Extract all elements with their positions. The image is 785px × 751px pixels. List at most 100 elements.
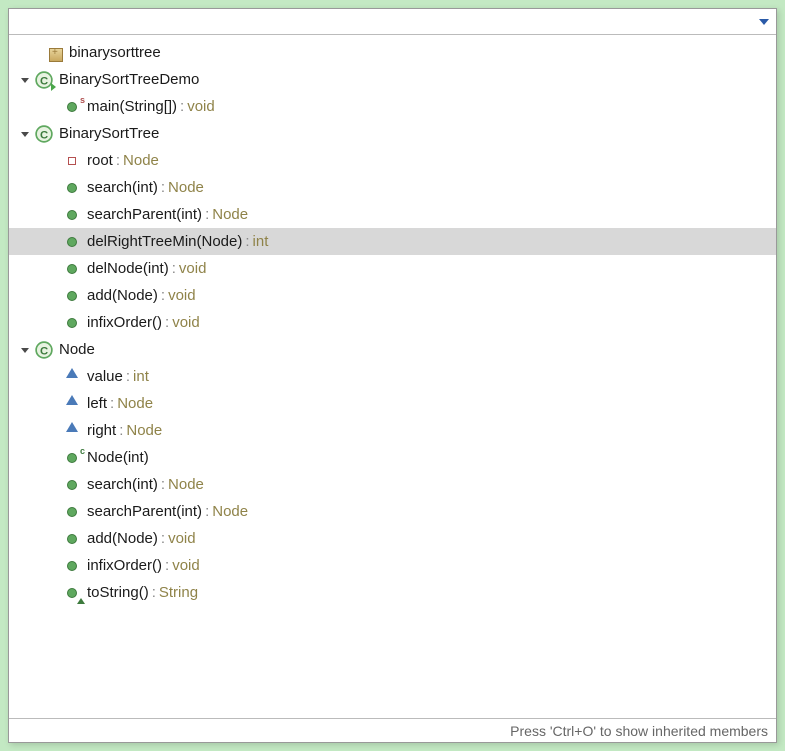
svg-text:C: C — [40, 129, 48, 141]
class-icon: C — [35, 341, 53, 359]
item-type: Node — [117, 395, 153, 412]
tree-item-m-delnode[interactable]: delNode(int) : void — [9, 255, 776, 282]
item-type: Node — [212, 206, 248, 223]
tree-item-m-nsearchp[interactable]: searchParent(int) : Node — [9, 498, 776, 525]
item-name: Node(int) — [87, 449, 149, 466]
tree-item-m-ninfix[interactable]: infixOrder() : void — [9, 552, 776, 579]
method-icon — [63, 476, 81, 494]
item-name: add(Node) — [87, 287, 158, 304]
tree-item-cls3[interactable]: C Node — [9, 336, 776, 363]
tree-item-m-add[interactable]: add(Node) : void — [9, 282, 776, 309]
item-name: main(String[]) — [87, 98, 177, 115]
method-icon — [63, 233, 81, 251]
class-icon: C — [35, 125, 53, 143]
item-name: delRightTreeMin(Node) — [87, 233, 242, 250]
method-icon: s — [63, 98, 81, 116]
tree-item-m-searchparent[interactable]: searchParent(int) : Node — [9, 201, 776, 228]
item-type: int — [133, 368, 149, 385]
item-type: void — [179, 260, 207, 277]
method-icon — [63, 287, 81, 305]
item-type: void — [187, 98, 215, 115]
colon: : — [161, 476, 165, 493]
item-type: void — [172, 314, 200, 331]
outline-panel: binarysorttree C BinarySortTreeDemo s main(S… — [8, 8, 777, 743]
item-type: Node — [126, 422, 162, 439]
tree-item-pkg[interactable]: binarysorttree — [9, 39, 776, 66]
field-icon — [63, 368, 81, 386]
colon: : — [245, 233, 249, 250]
item-type: void — [168, 530, 196, 547]
item-type: void — [172, 557, 200, 574]
item-name: binarysorttree — [69, 44, 161, 61]
chevron-down-icon[interactable] — [17, 342, 33, 358]
item-name: searchParent(int) — [87, 206, 202, 223]
status-bar: Press 'Ctrl+O' to show inherited members — [9, 718, 776, 742]
method-icon — [63, 260, 81, 278]
tree-item-m-nsearch[interactable]: search(int) : Node — [9, 471, 776, 498]
item-name: infixOrder() — [87, 314, 162, 331]
tree-item-m-nodecons[interactable]: c Node(int) — [9, 444, 776, 471]
field-icon — [63, 152, 81, 170]
colon: : — [110, 395, 114, 412]
item-type: Node — [212, 503, 248, 520]
colon: : — [116, 152, 120, 169]
tree-item-m-delright[interactable]: delRightTreeMin(Node) : int — [9, 228, 776, 255]
search-input[interactable] — [13, 12, 756, 32]
colon: : — [172, 260, 176, 277]
item-name: delNode(int) — [87, 260, 169, 277]
tree-item-cls1[interactable]: C BinarySortTreeDemo — [9, 66, 776, 93]
colon: : — [161, 287, 165, 304]
colon: : — [126, 368, 130, 385]
method-icon: c — [63, 449, 81, 467]
tree-item-cls2[interactable]: CBinarySortTree — [9, 120, 776, 147]
class-icon: C — [35, 71, 53, 89]
outline-tree: binarysorttree C BinarySortTreeDemo s main(S… — [9, 35, 776, 718]
item-name: Node — [59, 341, 95, 358]
field-icon — [63, 395, 81, 413]
item-name: infixOrder() — [87, 557, 162, 574]
item-type: Node — [123, 152, 159, 169]
tree-item-m-tostring[interactable]: toString() : String — [9, 579, 776, 606]
tree-item-m-infix[interactable]: infixOrder() : void — [9, 309, 776, 336]
method-icon — [63, 314, 81, 332]
colon: : — [180, 98, 184, 115]
method-icon — [63, 584, 81, 602]
item-type: void — [168, 287, 196, 304]
chevron-down-icon[interactable] — [17, 72, 33, 88]
method-icon — [63, 557, 81, 575]
method-icon — [63, 206, 81, 224]
item-name: toString() — [87, 584, 149, 601]
item-type: String — [159, 584, 198, 601]
tree-item-m-search[interactable]: search(int) : Node — [9, 174, 776, 201]
item-type: Node — [168, 179, 204, 196]
colon: : — [165, 314, 169, 331]
item-name: right — [87, 422, 116, 439]
colon: : — [165, 557, 169, 574]
colon: : — [119, 422, 123, 439]
tree-item-m-main[interactable]: s main(String[]) : void — [9, 93, 776, 120]
tree-item-f-left[interactable]: left : Node — [9, 390, 776, 417]
item-name: value — [87, 368, 123, 385]
package-icon — [45, 44, 63, 62]
item-name: searchParent(int) — [87, 503, 202, 520]
item-name: left — [87, 395, 107, 412]
tree-item-f-right[interactable]: right : Node — [9, 417, 776, 444]
svg-text:C: C — [40, 75, 48, 87]
colon: : — [152, 584, 156, 601]
top-bar — [9, 9, 776, 35]
colon: : — [161, 179, 165, 196]
colon: : — [205, 503, 209, 520]
chevron-down-icon[interactable] — [17, 126, 33, 142]
item-name: add(Node) — [87, 530, 158, 547]
tree-item-f-root[interactable]: root : Node — [9, 147, 776, 174]
item-type: Node — [168, 476, 204, 493]
item-name: root — [87, 152, 113, 169]
tree-item-m-nadd[interactable]: add(Node) : void — [9, 525, 776, 552]
tree-item-f-value[interactable]: value : int — [9, 363, 776, 390]
method-icon — [63, 179, 81, 197]
item-name: BinarySortTreeDemo — [59, 71, 199, 88]
colon: : — [161, 530, 165, 547]
dropdown-arrow-icon[interactable] — [756, 14, 772, 30]
method-icon — [63, 503, 81, 521]
status-text: Press 'Ctrl+O' to show inherited members — [510, 723, 768, 739]
